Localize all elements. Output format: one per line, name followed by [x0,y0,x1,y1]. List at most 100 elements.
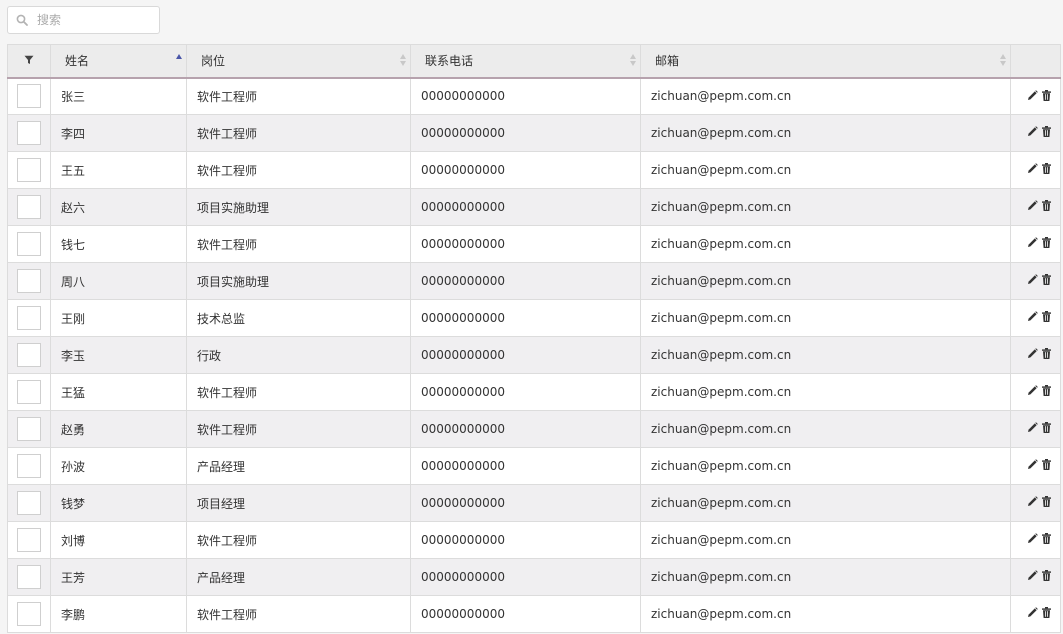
table-row[interactable]: 钱梦 项目经理 00000000000 zichuan@pepm.com.cn [7,484,1061,522]
trash-icon[interactable] [1042,200,1051,214]
cell-email-text: zichuan@pepm.com.cn [651,311,792,325]
trash-icon[interactable] [1042,496,1051,510]
cell-position: 技术总监 [186,299,411,337]
row-checkbox[interactable] [17,602,41,626]
pencil-icon[interactable] [1027,89,1038,104]
row-checkbox[interactable] [17,417,41,441]
pencil-icon[interactable] [1027,274,1038,288]
row-checkbox[interactable] [17,528,41,552]
cell-email: zichuan@pepm.com.cn [640,188,1011,226]
row-select-cell [7,595,51,633]
row-actions [1010,77,1061,115]
cell-phone-text: 00000000000 [421,89,505,104]
cell-phone: 00000000000 [410,410,641,448]
sort-icon[interactable] [400,54,406,68]
column-header-phone[interactable]: 联系电话 [410,44,641,79]
table-row[interactable]: 王五 软件工程师 00000000000 zichuan@pepm.com.cn [7,151,1061,189]
table-row[interactable]: 周八 项目实施助理 00000000000 zichuan@pepm.com.cn [7,262,1061,300]
table-row[interactable]: 李鹏 软件工程师 00000000000 zichuan@pepm.com.cn [7,595,1061,633]
pencil-icon[interactable] [1027,607,1038,621]
pencil-icon[interactable] [1027,163,1038,177]
row-checkbox[interactable] [17,195,41,219]
search-box[interactable] [7,6,160,34]
table-row[interactable]: 赵勇 软件工程师 00000000000 zichuan@pepm.com.cn [7,410,1061,448]
row-checkbox[interactable] [17,121,41,145]
cell-phone: 00000000000 [410,151,641,189]
search-input[interactable] [35,12,149,28]
table-row[interactable]: 刘博 软件工程师 00000000000 zichuan@pepm.com.cn [7,521,1061,559]
pencil-icon[interactable] [1027,237,1038,251]
pencil-icon[interactable] [1027,311,1038,325]
filter-header[interactable] [7,44,51,79]
row-checkbox[interactable] [17,306,41,330]
row-checkbox[interactable] [17,380,41,404]
row-checkbox[interactable] [17,158,41,182]
column-header-label: 姓名 [65,54,90,69]
trash-icon[interactable] [1042,570,1051,584]
table-row[interactable]: 王猛 软件工程师 00000000000 zichuan@pepm.com.cn [7,373,1061,411]
trash-icon[interactable] [1042,607,1051,621]
trash-icon[interactable] [1042,237,1051,251]
cell-name: 孙波 [50,447,187,485]
cell-phone: 00000000000 [410,114,641,152]
table-row[interactable]: 孙波 产品经理 00000000000 zichuan@pepm.com.cn [7,447,1061,485]
row-select-cell [7,262,51,300]
row-actions [1010,188,1061,226]
row-actions [1010,373,1061,411]
table-row[interactable]: 李四 软件工程师 00000000000 zichuan@pepm.com.cn [7,114,1061,152]
cell-phone: 00000000000 [410,484,641,522]
row-checkbox[interactable] [17,84,41,109]
table-row[interactable]: 李玉 行政 00000000000 zichuan@pepm.com.cn [7,336,1061,374]
column-header-position[interactable]: 岗位 [186,44,411,79]
trash-icon[interactable] [1042,422,1051,436]
row-checkbox[interactable] [17,269,41,293]
sort-icon[interactable] [1000,54,1006,68]
row-checkbox[interactable] [17,565,41,589]
column-header-name[interactable]: 姓名 [50,44,187,79]
trash-icon[interactable] [1042,348,1051,362]
trash-icon[interactable] [1042,89,1051,104]
table-row[interactable]: 钱七 软件工程师 00000000000 zichuan@pepm.com.cn [7,225,1061,263]
cell-position-text: 项目经理 [197,496,246,511]
pencil-icon[interactable] [1027,385,1038,399]
cell-phone: 00000000000 [410,77,641,115]
trash-icon[interactable] [1042,163,1051,177]
column-header-actions [1010,44,1061,79]
cell-position-text: 软件工程师 [197,607,258,622]
pencil-icon[interactable] [1027,348,1038,362]
trash-icon[interactable] [1042,533,1051,547]
pencil-icon[interactable] [1027,200,1038,214]
trash-icon[interactable] [1042,385,1051,399]
table-row[interactable]: 王刚 技术总监 00000000000 zichuan@pepm.com.cn [7,299,1061,337]
pencil-icon[interactable] [1027,496,1038,510]
trash-icon[interactable] [1042,274,1051,288]
pencil-icon[interactable] [1027,459,1038,473]
trash-icon[interactable] [1042,459,1051,473]
row-checkbox[interactable] [17,454,41,478]
cell-position: 软件工程师 [186,225,411,263]
sort-icon[interactable] [630,54,636,68]
cell-email: zichuan@pepm.com.cn [640,151,1011,189]
cell-position-text: 软件工程师 [197,89,258,104]
cell-email-text: zichuan@pepm.com.cn [651,348,792,362]
table-row[interactable]: 张三 软件工程师 00000000000 zichuan@pepm.com.cn [7,77,1061,115]
row-actions [1010,114,1061,152]
pencil-icon[interactable] [1027,533,1038,547]
pencil-icon[interactable] [1027,422,1038,436]
filter-icon[interactable] [24,54,34,68]
sort-asc-icon[interactable] [176,54,182,68]
table-row[interactable]: 赵六 项目实施助理 00000000000 zichuan@pepm.com.cn [7,188,1061,226]
pencil-icon[interactable] [1027,126,1038,140]
row-select-cell [7,114,51,152]
pencil-icon[interactable] [1027,570,1038,584]
table-body: 张三 软件工程师 00000000000 zichuan@pepm.com.cn 李四软… [7,77,1061,633]
cell-phone-text: 00000000000 [421,533,505,547]
trash-icon[interactable] [1042,126,1051,140]
row-checkbox[interactable] [17,491,41,515]
row-checkbox[interactable] [17,232,41,256]
column-header-email[interactable]: 邮箱 [640,44,1011,79]
trash-icon[interactable] [1042,311,1051,325]
cell-name: 李玉 [50,336,187,374]
table-row[interactable]: 王芳 产品经理 00000000000 zichuan@pepm.com.cn [7,558,1061,596]
row-checkbox[interactable] [17,343,41,367]
